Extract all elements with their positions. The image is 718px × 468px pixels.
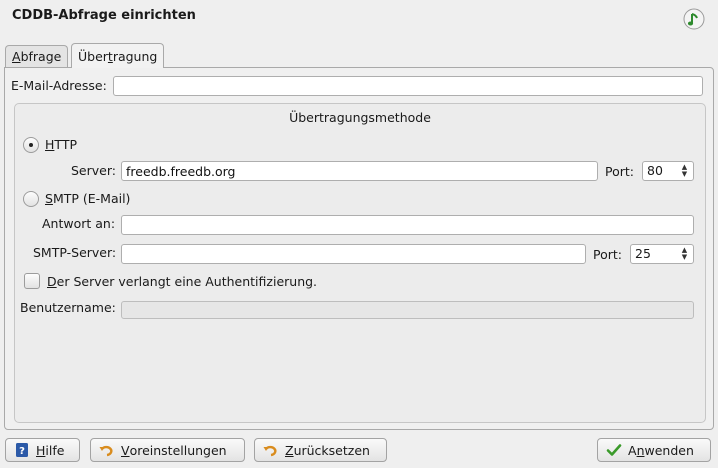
radio-selected-dot	[29, 143, 33, 147]
group-title: Übertragungsmethode	[289, 110, 431, 125]
window-title: CDDB-Abfrage einrichten	[12, 8, 196, 23]
http-server-label: Server:	[71, 163, 116, 178]
checkmark-icon	[606, 442, 622, 458]
tab-abfrage[interactable]: Abfrage	[5, 45, 69, 67]
http-radio-label[interactable]: HTTP	[45, 136, 77, 154]
http-port-spinbox[interactable]: 80 ▲ ▼	[642, 161, 694, 181]
spin-arrows-icon[interactable]: ▲ ▼	[680, 247, 689, 261]
apply-button[interactable]: An wenden	[597, 438, 711, 462]
reset-arrow-icon	[263, 442, 279, 458]
auth-checkbox-label[interactable]: Der Server verlangt eine Authentifizieru…	[47, 273, 317, 291]
auth-checkbox[interactable]	[24, 273, 40, 289]
email-label: E-Mail-Adresse:	[11, 78, 107, 93]
smtp-radio[interactable]	[23, 191, 39, 207]
reply-to-label: Antwort an:	[42, 216, 116, 231]
smtp-port-spinbox[interactable]: 25 ▲ ▼	[630, 244, 694, 264]
music-note-icon	[683, 8, 705, 30]
svg-text:?: ?	[19, 446, 25, 457]
spin-arrows-icon[interactable]: ▲ ▼	[680, 164, 689, 178]
username-field[interactable]	[121, 301, 694, 319]
http-server-field[interactable]	[121, 161, 598, 181]
username-label: Benutzername:	[20, 300, 116, 315]
help-button[interactable]: ? Hilfe	[5, 438, 80, 462]
undo-arrow-icon	[99, 442, 115, 458]
http-port-label: Port:	[605, 164, 634, 179]
smtp-radio-label[interactable]: SMTP (E-Mail)	[45, 190, 130, 208]
reply-to-field[interactable]	[121, 215, 694, 235]
help-book-icon: ?	[14, 442, 30, 458]
smtp-port-label: Port:	[593, 247, 622, 262]
email-field[interactable]	[113, 76, 703, 96]
smtp-server-field[interactable]	[121, 244, 586, 264]
reset-button[interactable]: Zurücksetzen	[254, 438, 387, 462]
defaults-button[interactable]: Voreinstellungen	[90, 438, 245, 462]
tab-uebertragung[interactable]: Übertragung	[71, 43, 165, 68]
smtp-server-label: SMTP-Server:	[33, 245, 117, 260]
http-radio[interactable]	[23, 137, 39, 153]
